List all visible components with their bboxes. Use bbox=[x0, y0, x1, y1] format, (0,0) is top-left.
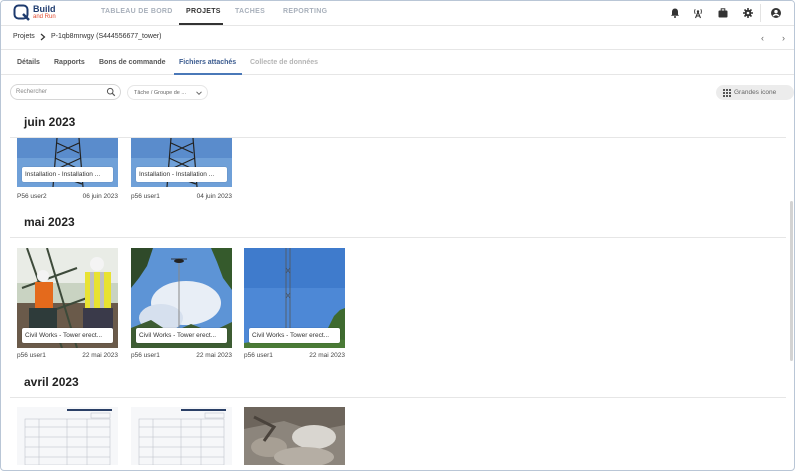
app-window: Build and Run TABLEAU DE BORD PROJETS TA… bbox=[0, 0, 795, 471]
file-uploader: p56 user1 bbox=[17, 352, 46, 359]
document-thumbnail bbox=[131, 407, 232, 465]
nav-reporting[interactable]: REPORTING bbox=[283, 8, 327, 15]
tab-fichiers-attaches[interactable]: Fichiers attachés bbox=[179, 59, 236, 66]
view-mode-toggle[interactable]: Grandes icone bbox=[716, 85, 794, 100]
file-caption: Installation - Installation ... bbox=[136, 167, 227, 182]
app-logo[interactable]: Build and Run bbox=[13, 4, 63, 24]
tab-rapports[interactable]: Rapports bbox=[54, 59, 85, 66]
file-card[interactable] bbox=[17, 407, 118, 465]
logo-icon bbox=[13, 4, 30, 21]
search-input[interactable]: Rechercher bbox=[10, 84, 121, 100]
section-divider bbox=[10, 137, 786, 138]
file-uploader: P56 user2 bbox=[17, 193, 47, 200]
rocks-photo bbox=[244, 407, 345, 465]
file-card[interactable] bbox=[131, 407, 232, 465]
logo-text: Build bbox=[33, 4, 56, 14]
breadcrumb-projets[interactable]: Projets bbox=[13, 33, 35, 40]
tab-collecte-de-donnees: Collecte de données bbox=[250, 59, 319, 66]
toolbar-divider bbox=[760, 4, 761, 22]
search-placeholder: Rechercher bbox=[16, 89, 48, 95]
chevron-down-icon bbox=[196, 91, 202, 96]
file-date: 04 juin 2023 bbox=[196, 193, 232, 200]
file-caption: Civil Works - Tower erect... bbox=[22, 328, 113, 343]
section-title-mai-2023: mai 2023 bbox=[24, 215, 75, 229]
search-icon[interactable] bbox=[106, 87, 116, 97]
file-caption: Civil Works - Tower erect... bbox=[136, 328, 227, 343]
briefcase-icon[interactable] bbox=[717, 7, 729, 19]
gear-icon[interactable] bbox=[742, 7, 754, 19]
file-date: 06 juin 2023 bbox=[82, 193, 118, 200]
file-card[interactable] bbox=[244, 407, 345, 465]
nav-active-indicator bbox=[179, 23, 223, 25]
section-title-avril-2023: avril 2023 bbox=[24, 375, 79, 389]
file-card[interactable]: Civil Works - Tower erect... p56 user1 2… bbox=[17, 248, 118, 364]
file-card[interactable]: Civil Works - Tower erect... p56 user1 2… bbox=[244, 248, 345, 364]
file-uploader: p56 user1 bbox=[244, 352, 273, 359]
file-uploader: p56 user1 bbox=[131, 352, 160, 359]
breadcrumb: Projets P-1qb8mrwgy (S444556677_tower) ‹… bbox=[1, 26, 794, 50]
grid-icon bbox=[723, 89, 731, 97]
next-arrow-icon[interactable]: › bbox=[782, 33, 785, 43]
document-thumbnail bbox=[17, 407, 118, 465]
nav-projets[interactable]: PROJETS bbox=[186, 8, 221, 15]
top-navigation: Build and Run TABLEAU DE BORD PROJETS TA… bbox=[1, 1, 794, 26]
tab-bons-de-commande[interactable]: Bons de commande bbox=[99, 59, 166, 66]
tab-bar: Détails Rapports Bons de commande Fichie… bbox=[1, 51, 794, 75]
tab-active-indicator bbox=[174, 73, 242, 75]
file-card[interactable]: Civil Works - Tower erect... p56 user1 2… bbox=[131, 248, 232, 364]
task-group-select[interactable]: Tâche / Groupe de ... bbox=[127, 85, 208, 100]
account-icon[interactable] bbox=[770, 7, 782, 19]
nav-tableau-de-bord[interactable]: TABLEAU DE BORD bbox=[101, 8, 173, 15]
file-date: 22 mai 2023 bbox=[82, 352, 118, 359]
chevron-right-icon bbox=[40, 33, 46, 41]
vertical-scrollbar[interactable] bbox=[790, 201, 793, 361]
file-card[interactable]: Installation - Installation ... p56 user… bbox=[131, 138, 232, 203]
file-uploader: p56 user1 bbox=[131, 193, 160, 200]
tab-details[interactable]: Détails bbox=[17, 59, 40, 66]
file-card[interactable]: Installation - Installation ... P56 user… bbox=[17, 138, 118, 203]
section-divider bbox=[10, 397, 786, 398]
section-title-juin-2023: juin 2023 bbox=[24, 115, 76, 129]
section-divider bbox=[10, 237, 786, 238]
bell-icon[interactable] bbox=[669, 7, 681, 19]
prev-arrow-icon[interactable]: ‹ bbox=[761, 33, 764, 43]
file-caption: Installation - Installation ... bbox=[22, 167, 113, 182]
task-group-select-value: Tâche / Groupe de ... bbox=[134, 90, 186, 96]
logo-subtext: and Run bbox=[33, 14, 56, 20]
file-date: 22 mai 2023 bbox=[196, 352, 232, 359]
breadcrumb-current-project: P-1qb8mrwgy (S444556677_tower) bbox=[51, 33, 162, 40]
file-caption: Civil Works - Tower erect... bbox=[249, 328, 340, 343]
antenna-icon[interactable] bbox=[692, 7, 704, 19]
file-date: 22 mai 2023 bbox=[309, 352, 345, 359]
view-mode-label: Grandes icone bbox=[734, 89, 777, 96]
nav-taches[interactable]: TACHES bbox=[235, 8, 265, 15]
